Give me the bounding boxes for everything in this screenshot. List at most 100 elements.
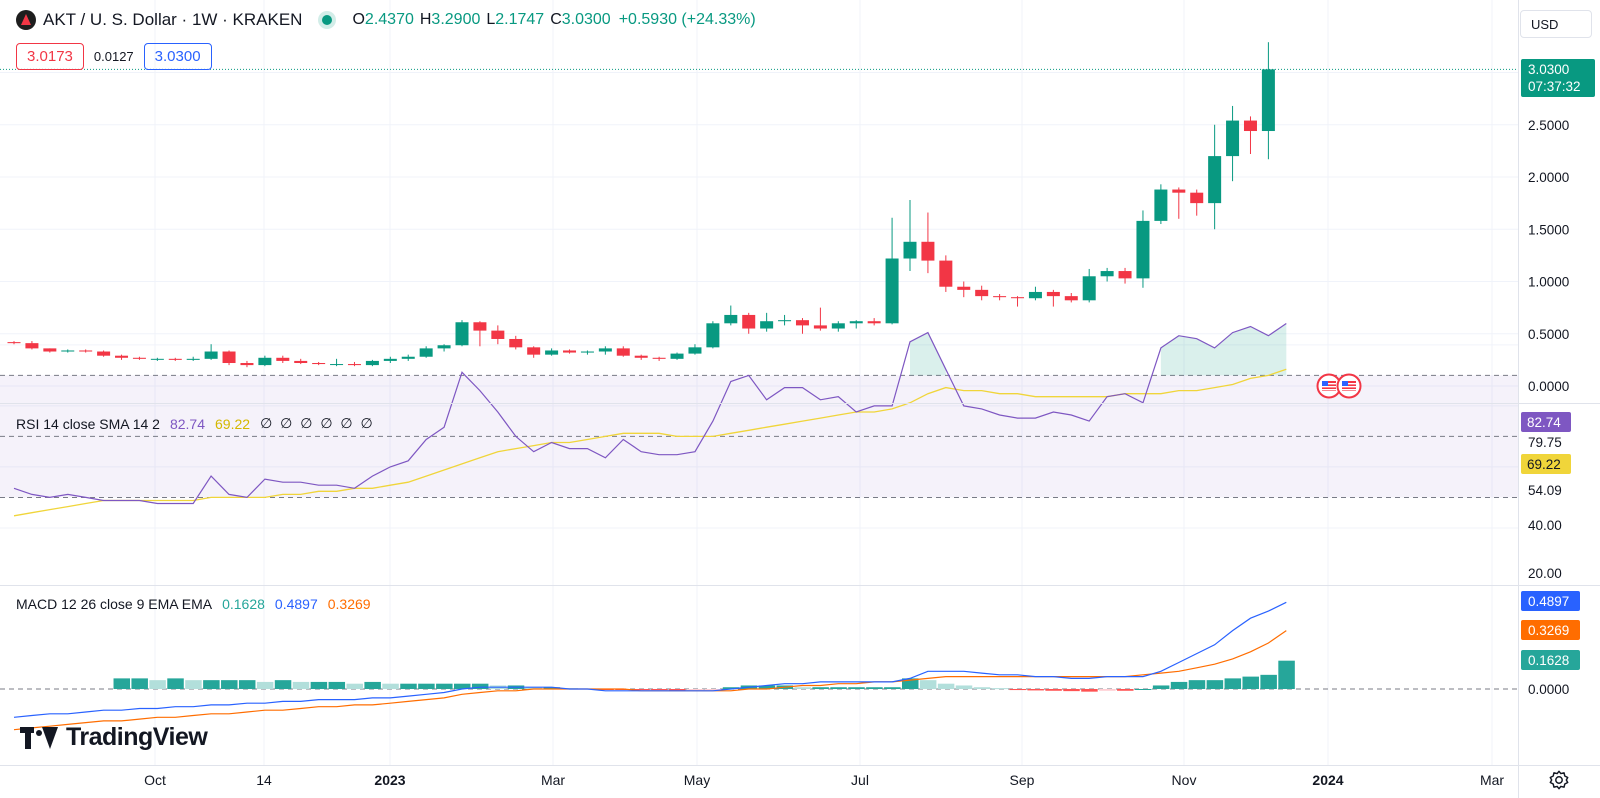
change-value: +0.5930 (+24.33%) [618,11,756,28]
candle [939,255,953,292]
macd-hist-bar [830,687,847,689]
sell-button[interactable]: 3.0173 [16,43,84,70]
close-label: C [550,11,562,28]
macd-line-value: 0.4897 [274,596,318,612]
tradingview-logo[interactable]: TradingView [20,723,208,752]
candle [258,355,272,367]
macd-hist-bar [256,681,274,689]
candle [831,321,845,332]
last-price-value: 3.0300 [1528,62,1569,77]
macd-signal-value: 0.3269 [327,596,371,612]
candle [222,350,236,366]
candle [921,212,935,274]
macd-legend[interactable]: MACD 12 26 close 9 EMA EMA 0.1628 0.4897… [16,596,371,612]
candle [330,358,344,367]
candle [867,318,881,326]
candle [1208,124,1222,230]
macd-hist-bar [848,687,865,689]
candle [903,199,917,272]
trade-buttons: 3.0173 0.0127 3.0300 [16,43,212,70]
macd-hist-bar [1206,680,1224,689]
macd-hist-bar [937,683,955,689]
candle [1028,286,1042,301]
macd-hist-bar [651,689,668,691]
macd-hist-bar [274,680,292,689]
macd-hist-bar [973,687,991,689]
price-tick-label: 2.0000 [1528,170,1569,185]
rsi-legend[interactable]: RSI 14 close SMA 14 2 82.74 69.22 ∅ ∅ ∅ … [16,415,375,432]
candle [419,346,433,358]
chart-canvas[interactable]: 3.00002.50002.00001.50001.00000.50000.00… [0,0,1600,798]
candle [365,359,379,367]
candle [760,312,774,332]
macd-hist-bar [991,688,1009,690]
candle [616,346,630,357]
symbol-title[interactable]: AKT / U. S. Dollar · 1W · KRAKEN [43,10,302,30]
macd-line-badge: 0.4897 [1521,591,1580,611]
time-tick-label: 14 [256,772,272,788]
candle [706,321,720,349]
candle [383,356,397,364]
candle [401,354,415,361]
symbol-legend[interactable]: AKT / U. S. Dollar · 1W · KRAKEN O 2.4370… [16,10,756,30]
open-value: 2.4370 [364,11,414,28]
macd-hist-bar [113,678,131,689]
candle [563,349,577,354]
settings-gear-icon[interactable] [1548,769,1570,791]
close-value: 3.0300 [561,11,611,28]
rsi-badge-label: 82.74 [1527,415,1561,430]
low-value: 2.1747 [495,11,545,28]
macd-hist-bar [310,681,328,689]
macd-line [13,601,1287,718]
macd-hist-bar [866,687,883,689]
candle [455,320,469,347]
price-tick-label: 0.5000 [1528,327,1569,342]
price-pane [0,42,1518,368]
candle [25,341,39,350]
spread-value: 0.0127 [93,49,134,64]
macd-line-badge-label: 0.4897 [1528,594,1569,609]
rsi-label[interactable]: RSI 14 close SMA 14 2 [16,416,160,432]
rsi-overbought-fill [1160,323,1287,376]
candle [724,305,738,326]
time-tick-label: Jul [851,772,869,788]
macd-hist-bar [418,683,435,689]
candle [132,356,146,360]
candle [509,335,523,350]
buy-button[interactable]: 3.0300 [143,43,212,70]
candle [670,352,684,360]
rsi-tick-label: 54.09 [1528,483,1562,498]
macd-hist-bar [382,683,399,689]
macd-hist-bar [436,683,453,689]
macd-hist-bar [131,678,148,689]
candle [491,325,505,345]
candle [186,356,200,361]
time-tick-label: Mar [541,772,565,788]
macd-hist-bar [1117,689,1134,691]
time-tick-label: Nov [1172,772,1197,788]
price-tick-label: 1.5000 [1528,222,1569,237]
candle [688,344,702,355]
macd-label[interactable]: MACD 12 26 close 9 EMA EMA [16,596,212,612]
macd-hist-bar [221,680,238,689]
us-flag-event-icons[interactable] [1316,373,1368,399]
candle [975,285,989,301]
candle [1261,42,1275,160]
currency-selector[interactable]: USD [1520,10,1592,38]
candle [634,354,648,360]
candle [79,349,93,353]
macd-hist-bar [1027,689,1044,691]
macd-hist-bar [812,687,829,689]
rsi-sma-badge: 69.22 [1521,454,1571,474]
rsi-na-values: ∅ ∅ ∅ ∅ ∅ ∅ [260,415,375,431]
candle [580,350,594,355]
macd-hist-bar [1063,689,1080,692]
candle [437,344,451,352]
macd-hist-bar [1045,689,1062,691]
macd-hist-bar [1224,678,1242,689]
macd-hist-bar [955,685,973,689]
candle [1172,187,1186,219]
macd-hist-bar [238,680,256,689]
last-price-badge: 3.0300 07:37:32 [1521,59,1595,97]
price-tick-label: 1.0000 [1528,275,1569,290]
